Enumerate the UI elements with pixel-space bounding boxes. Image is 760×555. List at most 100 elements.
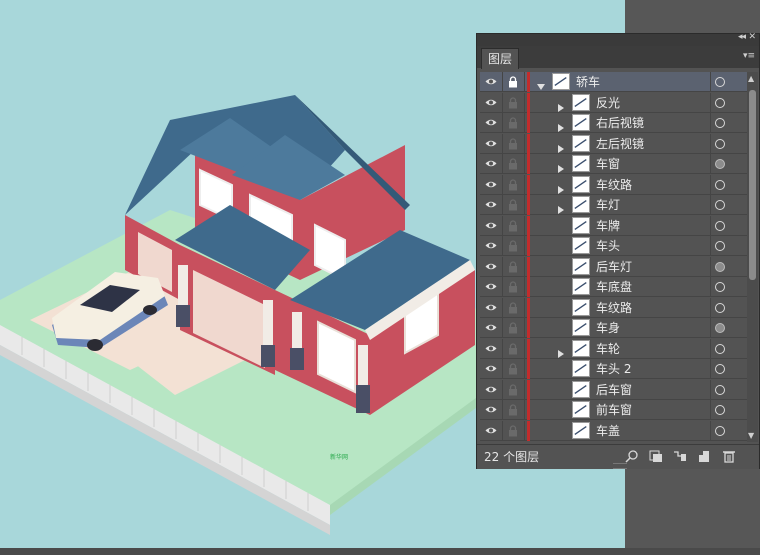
visibility-toggle[interactable] bbox=[480, 195, 503, 215]
target-circle-icon[interactable] bbox=[715, 425, 725, 436]
layer-row[interactable]: 车头 2 bbox=[480, 359, 747, 379]
collapse-arrow-icon[interactable] bbox=[536, 77, 546, 90]
target-circle-icon[interactable] bbox=[715, 138, 725, 149]
search-icon[interactable] bbox=[625, 450, 639, 463]
visibility-toggle[interactable] bbox=[480, 72, 503, 92]
new-sublayer-icon[interactable] bbox=[673, 450, 687, 463]
lock-toggle[interactable] bbox=[502, 297, 525, 318]
layer-name[interactable]: 前车窗 bbox=[596, 400, 632, 420]
target-circle-icon[interactable] bbox=[715, 343, 725, 354]
layer-name[interactable]: 车头 2 bbox=[596, 359, 631, 379]
layer-list-scrollbar[interactable]: ▲ ▼ bbox=[747, 72, 758, 442]
visibility-toggle[interactable] bbox=[480, 236, 503, 256]
layer-row[interactable]: 轿车 bbox=[480, 72, 747, 92]
visibility-toggle[interactable] bbox=[480, 359, 503, 379]
layer-row[interactable]: 右后视镜 bbox=[480, 113, 747, 133]
lock-toggle[interactable] bbox=[502, 113, 525, 133]
target-circle-icon[interactable] bbox=[715, 302, 725, 313]
lock-toggle[interactable] bbox=[502, 400, 525, 420]
visibility-toggle[interactable] bbox=[480, 420, 503, 441]
make-clipping-mask-icon[interactable] bbox=[649, 450, 663, 463]
layer-name[interactable]: 后车窗 bbox=[596, 380, 632, 400]
visibility-toggle[interactable] bbox=[480, 92, 503, 113]
layer-name[interactable]: 反光 bbox=[596, 93, 620, 113]
panel-menu-icon[interactable]: ▾≡ bbox=[743, 51, 755, 61]
visibility-toggle[interactable] bbox=[480, 133, 503, 154]
lock-toggle[interactable] bbox=[502, 236, 525, 256]
target-circle-icon[interactable] bbox=[715, 97, 725, 108]
layer-row[interactable]: 车底盘 bbox=[480, 277, 747, 297]
visibility-toggle[interactable] bbox=[480, 379, 503, 400]
layer-row[interactable]: 左后视镜 bbox=[480, 133, 747, 154]
layer-name[interactable]: 车底盘 bbox=[596, 277, 632, 297]
visibility-toggle[interactable] bbox=[480, 256, 503, 277]
layer-row[interactable]: 后车灯 bbox=[480, 256, 747, 277]
layer-name[interactable]: 右后视镜 bbox=[596, 113, 644, 133]
expand-arrow-icon[interactable] bbox=[556, 139, 566, 153]
target-circle-icon[interactable] bbox=[715, 364, 725, 374]
layer-name[interactable]: 车盖 bbox=[596, 421, 620, 441]
target-circle-icon[interactable] bbox=[715, 118, 725, 128]
panel-title-bar[interactable]: ◂◂ ✕ bbox=[477, 32, 759, 46]
lock-toggle[interactable] bbox=[502, 195, 525, 215]
visibility-toggle[interactable] bbox=[480, 338, 503, 359]
target-circle-icon[interactable] bbox=[715, 220, 725, 231]
lock-toggle[interactable] bbox=[502, 338, 525, 359]
target-circle-icon[interactable] bbox=[715, 405, 725, 415]
layer-row[interactable]: 车身 bbox=[480, 318, 747, 338]
lock-toggle[interactable] bbox=[502, 256, 525, 277]
delete-layer-icon[interactable] bbox=[722, 450, 736, 463]
target-circle-icon[interactable] bbox=[715, 200, 725, 210]
layer-row[interactable]: 车纹路 bbox=[480, 174, 747, 195]
target-circle-icon[interactable] bbox=[715, 159, 725, 169]
layer-name[interactable]: 车纹路 bbox=[596, 298, 632, 318]
expand-arrow-icon[interactable] bbox=[556, 344, 566, 358]
scroll-up-icon[interactable]: ▲ bbox=[748, 74, 754, 83]
new-layer-icon[interactable] bbox=[697, 450, 711, 463]
layer-name[interactable]: 车身 bbox=[596, 318, 620, 338]
target-circle-icon[interactable] bbox=[715, 241, 725, 251]
layer-row[interactable]: 车牌 bbox=[480, 215, 747, 236]
lock-toggle[interactable] bbox=[502, 72, 525, 92]
lock-toggle[interactable] bbox=[502, 379, 525, 400]
lock-toggle[interactable] bbox=[502, 133, 525, 154]
visibility-toggle[interactable] bbox=[480, 113, 503, 133]
lock-toggle[interactable] bbox=[502, 154, 525, 174]
layer-name[interactable]: 轿车 bbox=[576, 72, 600, 92]
scroll-thumb[interactable] bbox=[749, 90, 756, 280]
collapse-panel-icon[interactable]: ◂◂ bbox=[738, 32, 746, 42]
lock-toggle[interactable] bbox=[502, 92, 525, 113]
layer-name[interactable]: 车窗 bbox=[596, 154, 620, 174]
layer-name[interactable]: 车轮 bbox=[596, 339, 620, 359]
visibility-toggle[interactable] bbox=[480, 174, 503, 195]
layer-row[interactable]: 车纹路 bbox=[480, 297, 747, 318]
lock-toggle[interactable] bbox=[502, 277, 525, 297]
layer-name[interactable]: 车牌 bbox=[596, 216, 620, 236]
layer-name[interactable]: 车头 bbox=[596, 236, 620, 256]
layer-row[interactable]: 车灯 bbox=[480, 195, 747, 215]
layer-row[interactable]: 车头 bbox=[480, 236, 747, 256]
visibility-toggle[interactable] bbox=[480, 154, 503, 174]
expand-arrow-icon[interactable] bbox=[556, 118, 566, 132]
scroll-down-icon[interactable]: ▼ bbox=[748, 431, 754, 440]
expand-arrow-icon[interactable] bbox=[556, 159, 566, 173]
layer-row[interactable]: 车窗 bbox=[480, 154, 747, 174]
layer-row[interactable]: 车盖 bbox=[480, 420, 747, 441]
visibility-toggle[interactable] bbox=[480, 277, 503, 297]
close-panel-icon[interactable]: ✕ bbox=[748, 32, 756, 42]
layer-row[interactable]: 后车窗 bbox=[480, 379, 747, 400]
layer-name[interactable]: 后车灯 bbox=[596, 257, 632, 277]
layer-name[interactable]: 车纹路 bbox=[596, 175, 632, 195]
lock-toggle[interactable] bbox=[502, 420, 525, 441]
expand-arrow-icon[interactable] bbox=[556, 180, 566, 194]
tab-layers[interactable]: 图层 bbox=[481, 48, 520, 69]
visibility-toggle[interactable] bbox=[480, 400, 503, 420]
lock-toggle[interactable] bbox=[502, 174, 525, 195]
visibility-toggle[interactable] bbox=[480, 297, 503, 318]
lock-toggle[interactable] bbox=[502, 215, 525, 236]
target-circle-icon[interactable] bbox=[715, 323, 725, 333]
expand-arrow-icon[interactable] bbox=[556, 200, 566, 214]
visibility-toggle[interactable] bbox=[480, 215, 503, 236]
target-circle-icon[interactable] bbox=[715, 77, 725, 87]
lock-toggle[interactable] bbox=[502, 318, 525, 338]
